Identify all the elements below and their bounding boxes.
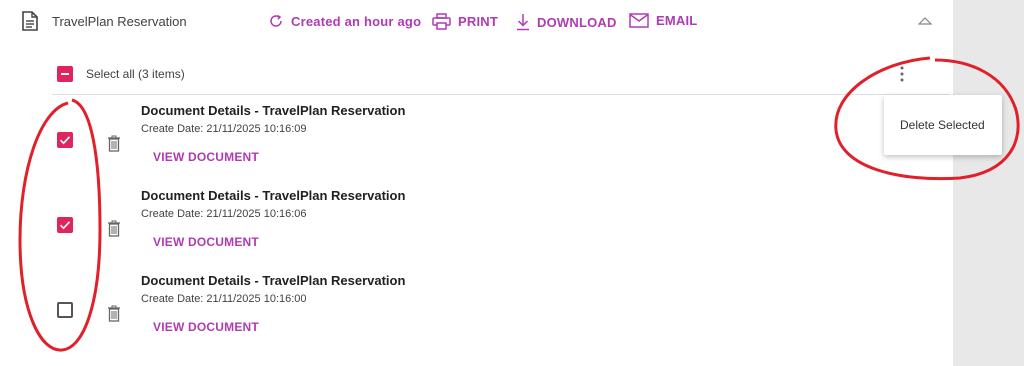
check-icon [59, 136, 71, 145]
print-label: PRINT [458, 14, 498, 29]
chevron-up-icon[interactable] [918, 16, 932, 26]
panel-header: TravelPlan Reservation Created an hour a… [0, 0, 953, 44]
trash-icon[interactable] [107, 135, 121, 152]
panel-title: TravelPlan Reservation [52, 14, 187, 29]
select-all-label: Select all (3 items) [86, 67, 185, 81]
document-title: Document Details - TravelPlan Reservatio… [141, 103, 406, 118]
right-gutter [953, 0, 1024, 366]
download-label: DOWNLOAD [537, 14, 617, 30]
more-vert-icon[interactable] [896, 64, 908, 84]
delete-selected-menu-item[interactable]: Delete Selected [900, 118, 985, 132]
select-all-row: Select all (3 items) [0, 56, 953, 94]
refresh-icon [270, 14, 282, 27]
minus-icon [61, 73, 69, 75]
document-title: Document Details - TravelPlan Reservatio… [141, 188, 406, 203]
created-label: Created an hour ago [291, 13, 422, 29]
document-checkbox[interactable] [57, 217, 73, 233]
divider [52, 94, 950, 95]
document-date: Create Date: 21/11/2025 10:16:00 [141, 293, 307, 305]
document-item: Document Details - TravelPlan Reservatio… [0, 273, 953, 359]
document-item: Document Details - TravelPlan Reservatio… [0, 188, 953, 274]
document-date: Create Date: 21/11/2025 10:16:09 [141, 123, 307, 135]
document-title: Document Details - TravelPlan Reservatio… [141, 273, 406, 288]
envelope-icon [629, 13, 649, 28]
document-date: Create Date: 21/11/2025 10:16:06 [141, 208, 307, 220]
document-checkbox[interactable] [57, 132, 73, 148]
view-document-link[interactable]: VIEW DOCUMENT [153, 320, 259, 334]
view-document-link[interactable]: VIEW DOCUMENT [153, 235, 259, 249]
print-button[interactable]: PRINT [432, 13, 498, 30]
document-icon [22, 11, 38, 31]
download-icon [517, 14, 529, 31]
email-button[interactable]: EMAIL [629, 13, 697, 28]
refresh-created-button[interactable]: Created an hour ago [268, 13, 421, 29]
trash-icon[interactable] [107, 220, 121, 237]
document-checkbox[interactable] [57, 302, 73, 318]
document-item: Document Details - TravelPlan Reservatio… [0, 103, 953, 189]
view-document-link[interactable]: VIEW DOCUMENT [153, 150, 259, 164]
email-label: EMAIL [656, 13, 698, 28]
select-all-checkbox[interactable] [57, 66, 73, 82]
more-actions-menu: Delete Selected [884, 95, 1002, 155]
trash-icon[interactable] [107, 305, 121, 322]
check-icon [59, 221, 71, 230]
download-button[interactable]: DOWNLOAD [516, 13, 617, 31]
printer-icon [432, 13, 451, 30]
